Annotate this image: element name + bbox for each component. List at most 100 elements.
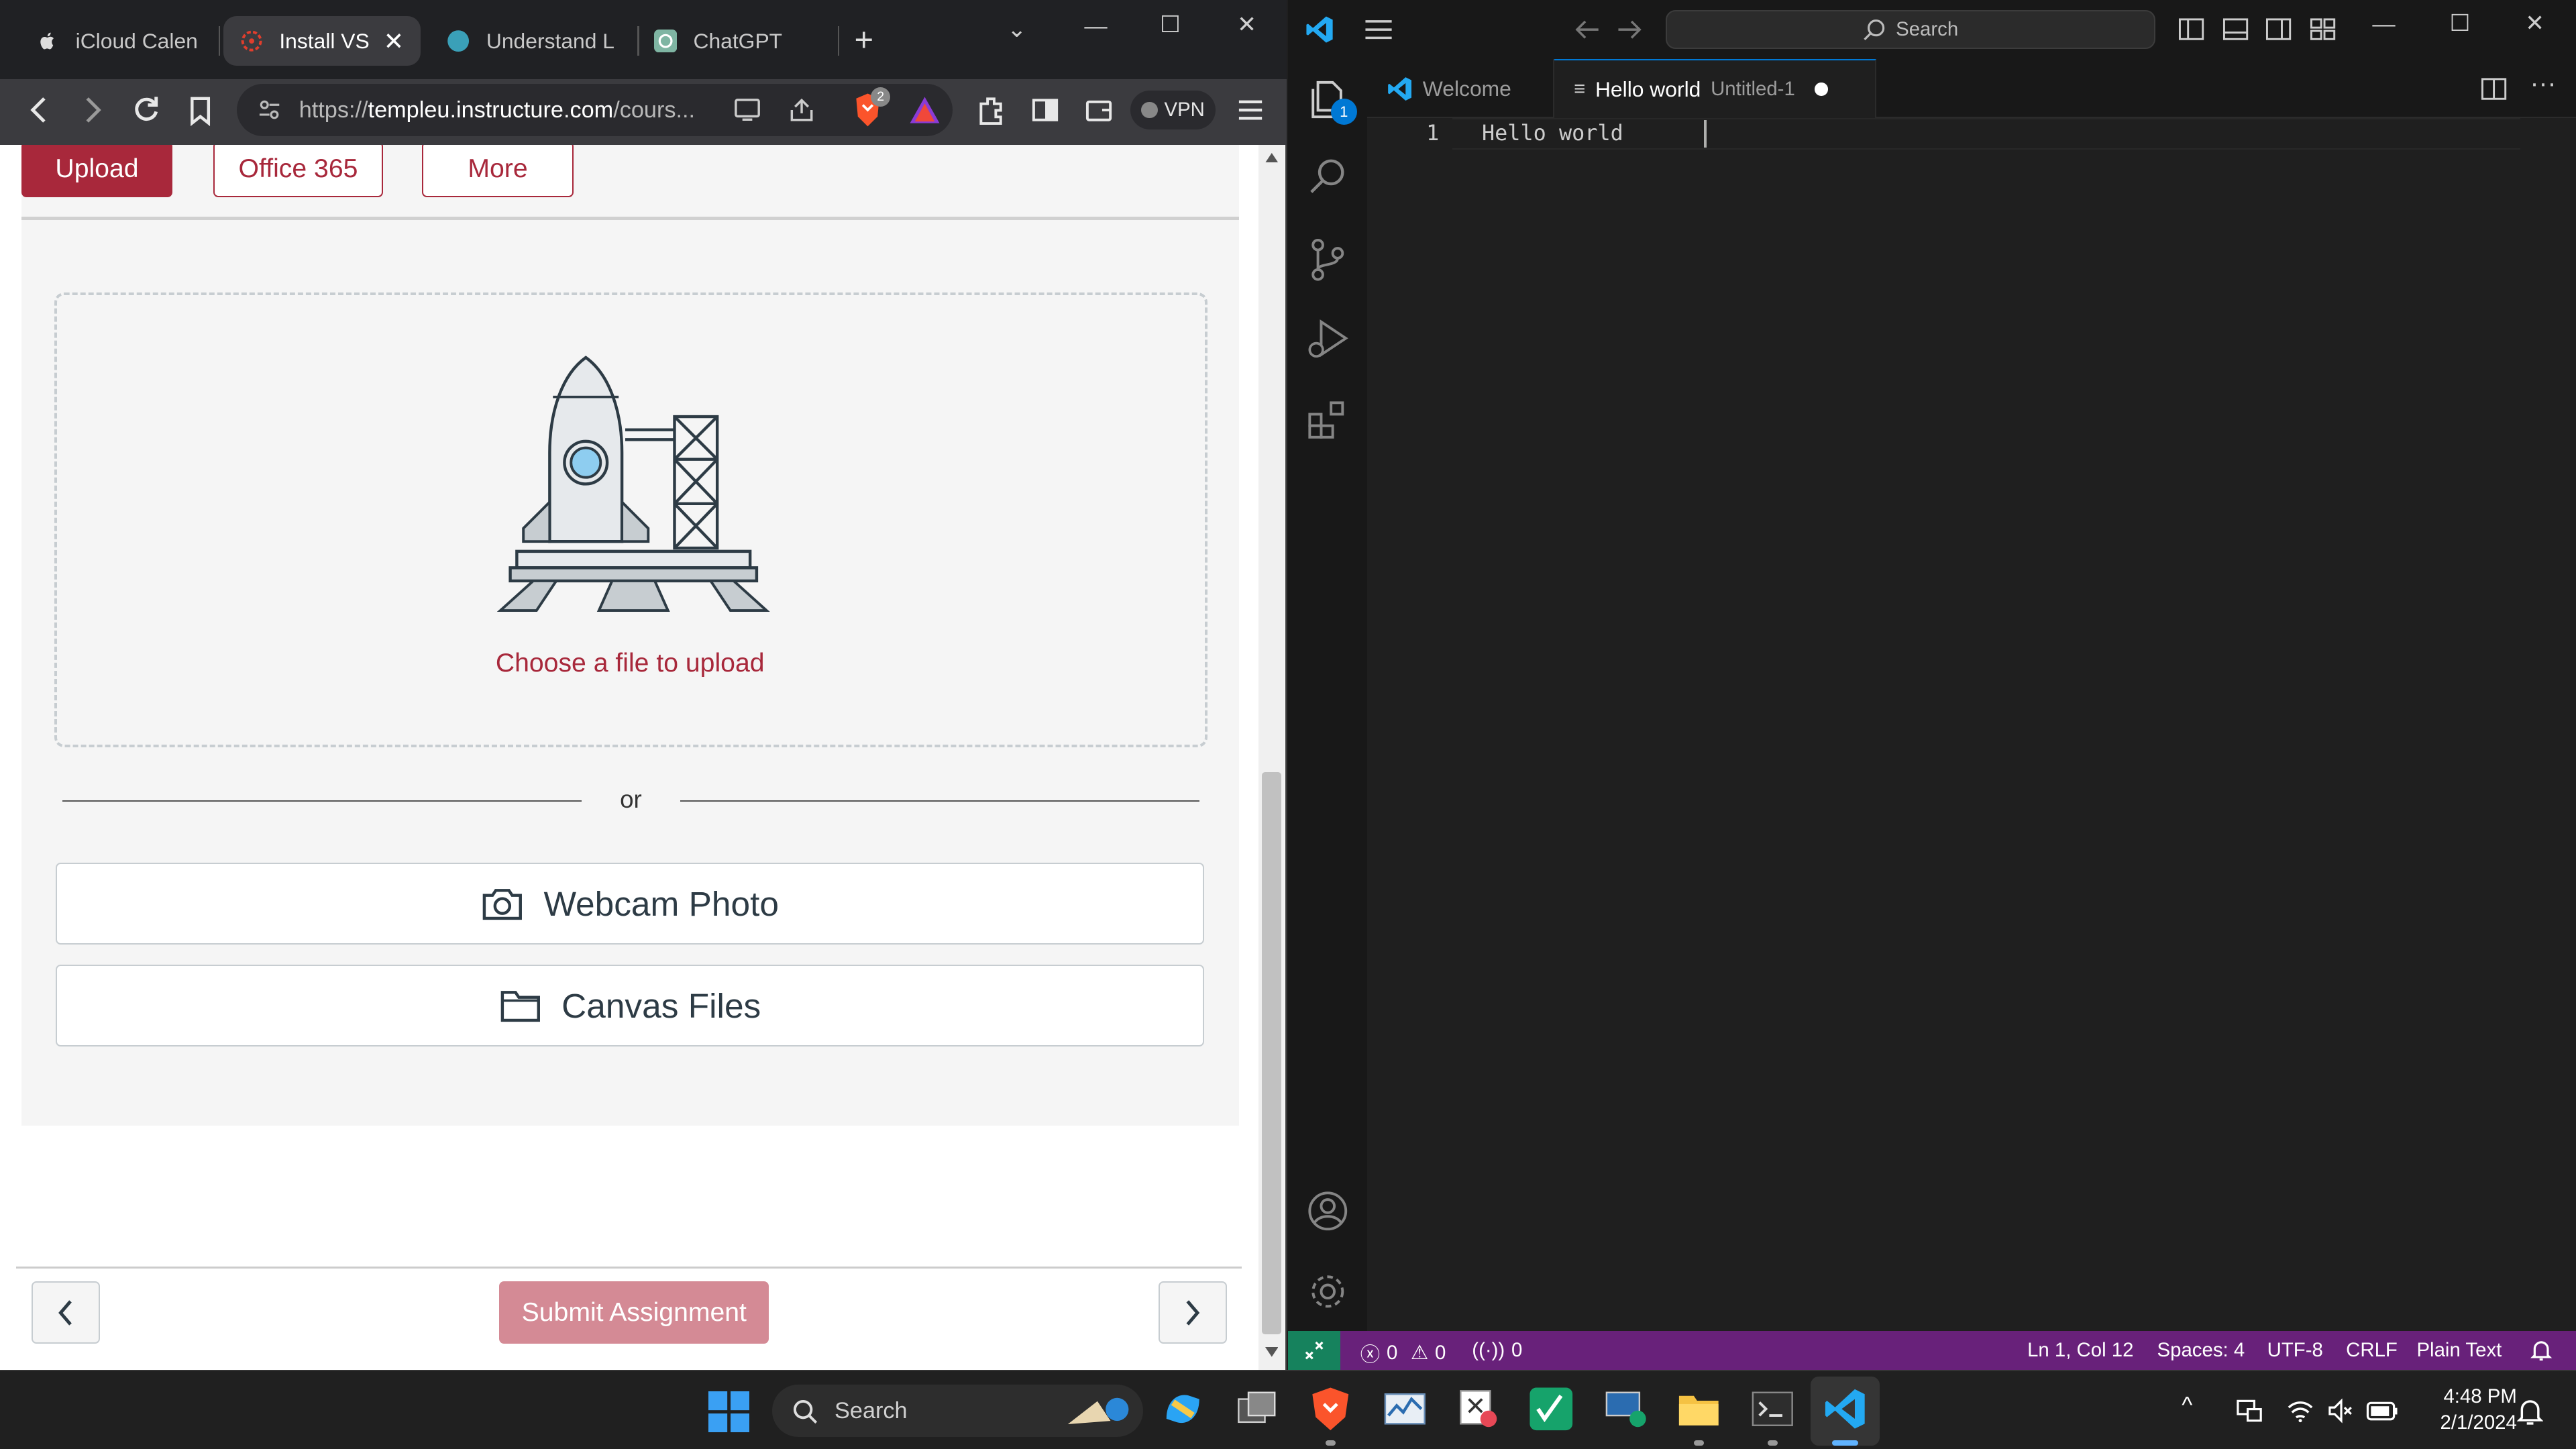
close-window-icon[interactable]: ✕ (2525, 10, 2544, 37)
previous-button[interactable] (31, 1281, 101, 1344)
search-icon[interactable] (1305, 154, 1351, 201)
tab-chatgpt[interactable]: ChatGPT (637, 16, 835, 65)
vscode-taskbar-icon[interactable] (1822, 1386, 1868, 1432)
run-debug-icon[interactable] (1305, 315, 1351, 362)
indentation[interactable]: Spaces: 4 (2157, 1339, 2245, 1362)
reload-icon[interactable] (131, 92, 161, 128)
encoding[interactable]: UTF-8 (2267, 1339, 2323, 1362)
cast-icon[interactable] (733, 97, 762, 123)
brave-browser-icon[interactable] (1307, 1386, 1354, 1432)
brave-rewards-icon[interactable] (908, 95, 941, 125)
menu-icon[interactable] (1236, 95, 1265, 125)
problems-indicator[interactable]: ⓧ 0 ⚠ 0 (1360, 1339, 1446, 1367)
tab-understand[interactable]: Understand Lir (431, 16, 631, 65)
settings-gear-icon[interactable] (1305, 1269, 1351, 1315)
upload-tab-button[interactable]: Upload (21, 144, 173, 197)
maximize-icon[interactable]: ☐ (2449, 10, 2470, 37)
tab-install-vs[interactable]: Install VS ✕ (223, 16, 421, 66)
go-back-icon[interactable] (1574, 18, 1600, 41)
site-settings-icon[interactable] (256, 97, 282, 123)
clock-date: 2/1/2024 (2440, 1411, 2517, 1434)
running-indicator (1693, 1440, 1704, 1446)
tab-welcome[interactable]: Welcome (1367, 59, 1554, 119)
split-editor-icon[interactable] (2481, 76, 2507, 102)
extensions-icon[interactable] (976, 94, 1006, 127)
back-icon[interactable] (26, 92, 52, 128)
text-editor[interactable]: 1 Hello world (1366, 118, 2576, 1331)
remote-indicator[interactable] (1288, 1330, 1341, 1371)
office-365-tab-button[interactable]: Office 365 (213, 144, 383, 197)
menu-icon[interactable] (1364, 18, 1393, 41)
battery-icon[interactable] (2366, 1398, 2399, 1424)
unsaved-dot-icon[interactable] (1815, 83, 1828, 97)
canvas-files-button[interactable]: Canvas Files (56, 964, 1205, 1046)
brave-shields-button[interactable]: 2 (851, 87, 891, 128)
code-line[interactable]: Hello world (1482, 120, 1623, 146)
share-icon[interactable] (787, 95, 816, 125)
file-drop-zone[interactable] (54, 292, 1208, 748)
camera-icon (483, 889, 523, 920)
vpn-button[interactable]: VPN (1130, 90, 1216, 130)
toggle-panel-icon[interactable] (2222, 16, 2249, 42)
scroll-down-icon[interactable] (1265, 1347, 1279, 1357)
terminal-icon[interactable] (1750, 1386, 1796, 1432)
network-devices-icon[interactable] (2235, 1396, 2264, 1426)
toggle-secondary-sidebar-icon[interactable] (2265, 16, 2292, 42)
close-window-icon[interactable]: ✕ (1237, 11, 1256, 38)
address-bar[interactable]: https://templeu.instructure.com/cours... (236, 83, 953, 137)
system-clock[interactable]: 4:48 PM 2/1/2024 (2402, 1383, 2517, 1436)
accounts-icon[interactable] (1305, 1188, 1351, 1234)
notification-bell-icon[interactable] (2516, 1398, 2544, 1428)
scrollbar-thumb[interactable] (1261, 772, 1282, 1334)
sidebar-toggle-icon[interactable] (1030, 95, 1060, 125)
canvas-icon (241, 30, 262, 52)
tab-description: Untitled-1 (1711, 78, 1795, 101)
text-file-icon: ≡ (1574, 78, 1586, 101)
minimize-icon[interactable]: — (1084, 13, 1107, 40)
show-hidden-icons-chevron-icon[interactable]: ^ (2182, 1393, 2192, 1419)
line-ending[interactable]: CRLF (2346, 1339, 2398, 1362)
performance-monitor-icon[interactable] (1382, 1386, 1428, 1432)
forward-icon[interactable] (79, 92, 105, 128)
snipping-tool-icon[interactable] (1456, 1386, 1502, 1432)
scroll-up-icon[interactable] (1265, 152, 1279, 163)
next-button[interactable] (1158, 1281, 1228, 1344)
source-control-icon[interactable] (1305, 237, 1351, 283)
taskbar-search-box[interactable]: Search (772, 1385, 1144, 1438)
file-explorer-icon[interactable] (1676, 1386, 1722, 1432)
language-mode[interactable]: Plain Text (2416, 1339, 2502, 1362)
extensions-icon[interactable] (1305, 398, 1351, 444)
tab-hello-world[interactable]: ≡ Hello world Untitled-1 (1554, 59, 1876, 119)
maximize-icon[interactable]: ☐ (1160, 11, 1181, 38)
windows-start-icon[interactable] (708, 1391, 749, 1433)
customize-layout-icon[interactable] (2310, 16, 2336, 42)
divider (680, 800, 1199, 802)
notifications-bell-icon[interactable] (2530, 1339, 2553, 1362)
toggle-primary-sidebar-icon[interactable] (2178, 16, 2204, 42)
task-view-icon[interactable] (1234, 1386, 1280, 1432)
command-center-search[interactable]: Search (1666, 9, 2156, 50)
more-tab-button[interactable]: More (422, 144, 574, 197)
volume-muted-icon[interactable] (2326, 1396, 2356, 1426)
wifi-icon[interactable] (2286, 1396, 2315, 1426)
bookmark-icon[interactable] (187, 92, 213, 128)
vscode-title-bar: Search — ☐ ✕ (1288, 0, 2576, 60)
tab-search-chevron-icon[interactable]: ⌄ (1007, 16, 1026, 43)
remote-desktop-icon[interactable] (1603, 1386, 1650, 1432)
more-actions-icon[interactable]: ··· (2530, 69, 2556, 99)
url-prefix: https:// (299, 97, 368, 123)
cursor-position[interactable]: Ln 1, Col 12 (2027, 1339, 2133, 1362)
math-app-icon[interactable] (1528, 1386, 1574, 1432)
ports-count: 0 (1511, 1338, 1523, 1361)
submit-assignment-button[interactable]: Submit Assignment (499, 1281, 769, 1344)
go-forward-icon[interactable] (1617, 18, 1643, 41)
wallet-icon[interactable] (1084, 95, 1114, 125)
new-tab-button[interactable]: + (854, 21, 873, 59)
choose-file-link[interactable]: Choose a file to upload (21, 649, 1239, 678)
ports-indicator[interactable]: ((·)) 0 (1472, 1339, 1522, 1362)
minimize-icon[interactable]: — (2372, 11, 2395, 38)
close-tab-icon[interactable]: ✕ (384, 27, 405, 56)
webcam-photo-button[interactable]: Webcam Photo (56, 862, 1205, 945)
copilot-icon[interactable] (1160, 1386, 1206, 1432)
tab-icloud-calendar[interactable]: iCloud Calend (19, 16, 213, 65)
